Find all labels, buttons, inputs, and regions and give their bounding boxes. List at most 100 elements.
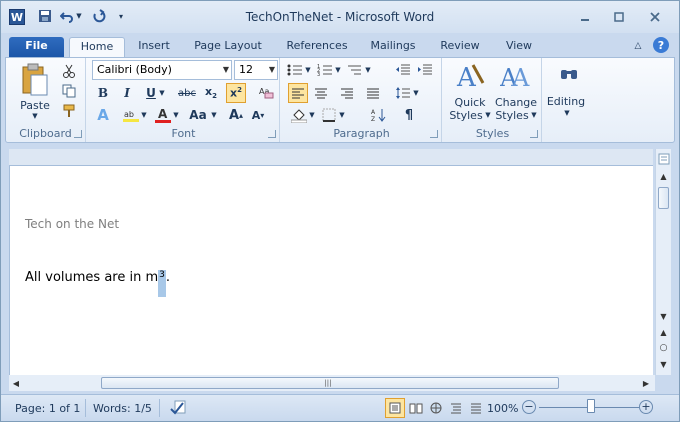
change-styles-label-2: Styles [495,108,529,122]
styles-launcher-icon[interactable] [530,130,538,138]
copy-icon[interactable] [60,82,78,100]
tab-references[interactable]: References [279,37,355,57]
clipboard-launcher-icon[interactable] [74,130,82,138]
document-page[interactable]: Tech on the Net All volumes are in m3. [9,165,653,375]
sort-icon[interactable]: AZ [370,106,388,124]
borders-icon[interactable] [320,106,338,124]
page-count-status[interactable]: Page: 1 of 1 [15,402,80,415]
select-browse-object-icon[interactable]: ○ [656,341,671,355]
tab-insert[interactable]: Insert [131,37,177,57]
font-launcher-icon[interactable] [268,130,276,138]
text-highlight-icon[interactable]: ab [122,106,140,124]
superscript-selection[interactable]: 3 [158,270,166,297]
shrink-font-icon[interactable]: A ▾ [248,106,268,124]
italic-icon[interactable]: I [118,84,136,102]
change-styles-dropdown-icon[interactable]: ▼ [530,109,538,121]
clear-formatting-icon[interactable]: Aa [256,82,276,102]
body-paragraph[interactable]: All volumes are in m3. [25,270,170,297]
quick-styles-icon[interactable]: A [452,60,488,92]
paste-button[interactable]: Paste [14,98,56,112]
align-right-icon[interactable] [338,84,356,102]
superscript-icon[interactable]: x2 [226,83,246,103]
view-ruler-icon[interactable] [656,151,671,167]
bullets-dropdown-icon[interactable]: ▼ [304,62,312,78]
editing-dropdown-icon[interactable]: ▼ [562,108,572,118]
align-left-icon[interactable] [288,83,308,103]
change-case-dropdown-icon[interactable]: ▼ [210,106,218,124]
vertical-scroll-thumb[interactable] [658,187,669,209]
proofing-icon[interactable] [169,399,189,417]
tab-page-layout[interactable]: Page Layout [189,37,267,57]
close-icon[interactable] [641,7,669,27]
horizontal-scroll-thumb[interactable]: ||| [101,377,559,389]
multilevel-list-icon[interactable] [346,62,364,78]
change-case-icon[interactable]: Aa [186,106,210,124]
justify-icon[interactable] [364,84,382,102]
underline-dropdown-icon[interactable]: ▼ [158,84,166,102]
word-count-status[interactable]: Words: 1/5 [93,402,152,415]
tab-home[interactable]: Home [69,37,125,58]
tab-view[interactable]: View [499,37,539,57]
minimize-icon[interactable] [571,7,599,27]
draft-view-icon[interactable] [467,399,485,417]
help-icon[interactable]: ? [653,37,669,53]
decrease-indent-icon[interactable] [394,62,412,78]
editing-group[interactable]: Editing ▼ [544,58,594,142]
multilevel-dropdown-icon[interactable]: ▼ [364,62,372,78]
borders-dropdown-icon[interactable]: ▼ [338,106,346,124]
scroll-down-icon[interactable]: ▼ [656,309,671,323]
change-styles-icon[interactable]: AA [498,60,534,92]
full-screen-reading-icon[interactable] [407,399,425,417]
print-layout-icon[interactable] [385,398,405,418]
font-color-icon[interactable]: A [154,106,172,124]
horizontal-scrollbar[interactable]: ◀ ||| ▶ [9,375,655,391]
numbering-dropdown-icon[interactable]: ▼ [334,62,342,78]
format-painter-icon[interactable] [60,102,78,120]
maximize-icon[interactable] [605,7,633,27]
subscript-icon[interactable]: x2 [202,84,220,102]
tab-mailings[interactable]: Mailings [365,37,421,57]
scroll-up-icon[interactable]: ▲ [656,169,671,183]
previous-page-icon[interactable]: ▲ [656,325,671,339]
grow-font-icon[interactable]: A ▴ [226,106,246,124]
font-name-dropdown-icon[interactable]: ▼ [223,61,229,79]
status-bar: Page: 1 of 1 Words: 1/5 100% − + [1,394,679,421]
shading-dropdown-icon[interactable]: ▼ [308,106,316,124]
show-formatting-icon[interactable]: ¶ [400,106,418,124]
zoom-slider-thumb[interactable] [587,399,595,413]
strikethrough-icon[interactable]: abc [176,84,198,102]
cut-icon[interactable] [60,62,78,80]
bullets-icon[interactable] [286,62,304,78]
scroll-grip-icon: ||| [324,379,332,387]
svg-text:A: A [371,109,376,116]
tab-review[interactable]: Review [437,37,483,57]
scroll-left-icon[interactable]: ◀ [9,375,23,391]
vertical-scrollbar[interactable]: ▲ ▼ ▲ ○ ▼ [655,149,671,375]
font-size-dropdown-icon[interactable]: ▼ [269,61,275,79]
web-layout-icon[interactable] [427,399,445,417]
paste-icon[interactable] [18,62,52,98]
text-effects-icon[interactable]: A [94,106,112,124]
line-spacing-dropdown-icon[interactable]: ▼ [412,84,420,102]
next-page-icon[interactable]: ▼ [656,357,671,371]
numbering-icon[interactable]: 123 [316,62,334,78]
paragraph-launcher-icon[interactable] [430,130,438,138]
scroll-right-icon[interactable]: ▶ [639,375,653,391]
zoom-level[interactable]: 100% [487,402,518,415]
font-name-combo[interactable]: Calibri (Body) ▼ [92,60,232,80]
status-divider [85,399,86,417]
font-color-dropdown-icon[interactable]: ▼ [172,106,180,124]
paste-dropdown-icon[interactable]: ▼ [30,112,40,120]
shading-icon[interactable] [290,106,308,124]
outline-view-icon[interactable] [447,399,465,417]
line-spacing-icon[interactable] [394,84,412,102]
highlight-dropdown-icon[interactable]: ▼ [140,106,148,124]
font-size-combo[interactable]: 12 ▼ [234,60,278,80]
tab-file[interactable]: File [9,37,64,57]
minimize-ribbon-icon[interactable]: △ [631,39,645,53]
align-center-icon[interactable] [312,84,330,102]
increase-indent-icon[interactable] [416,62,434,78]
zoom-in-icon[interactable]: + [639,400,653,414]
zoom-out-icon[interactable]: − [522,400,536,414]
bold-icon[interactable]: B [94,84,112,102]
